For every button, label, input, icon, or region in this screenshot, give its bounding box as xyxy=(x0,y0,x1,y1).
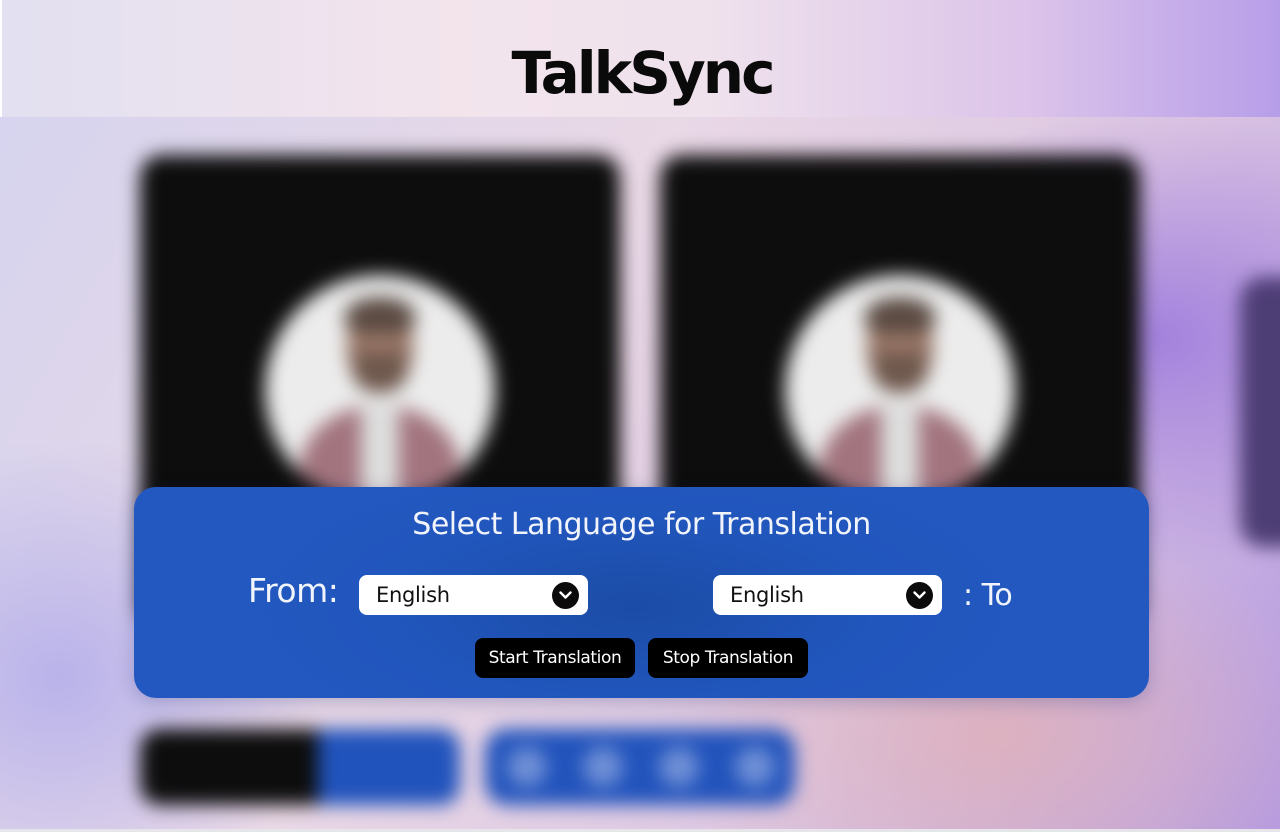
translation-modal: Select Language for Translation From: En… xyxy=(134,487,1149,698)
participant-avatar xyxy=(785,275,1015,505)
start-translation-button[interactable]: Start Translation xyxy=(475,638,635,678)
from-language-select[interactable]: English xyxy=(359,575,588,615)
call-controls-right xyxy=(485,729,795,805)
end-call-icon xyxy=(735,747,775,787)
camera-icon xyxy=(583,747,623,787)
to-label: : To xyxy=(963,578,1013,613)
to-language-value: English xyxy=(730,583,804,607)
chevron-down-icon xyxy=(552,582,579,609)
to-language-select[interactable]: English xyxy=(713,575,942,615)
stop-translation-button[interactable]: Stop Translation xyxy=(648,638,808,678)
blurred-call-backdrop xyxy=(0,117,1280,832)
call-controls-left xyxy=(140,729,460,805)
from-label: From: xyxy=(248,571,339,610)
mic-icon xyxy=(507,747,547,787)
app-header: TalkSync xyxy=(0,0,1280,117)
from-language-value: English xyxy=(376,583,450,607)
call-stage xyxy=(0,117,1280,832)
avatar-beard xyxy=(353,353,407,393)
screen-share-icon xyxy=(659,747,699,787)
avatar-beard xyxy=(873,353,927,393)
avatar-hair xyxy=(345,297,415,333)
app-logo-title: TalkSync xyxy=(511,39,776,107)
side-panel xyxy=(1240,277,1280,547)
call-control-segment xyxy=(318,729,460,805)
modal-heading: Select Language for Translation xyxy=(412,507,871,542)
chevron-down-icon xyxy=(906,582,933,609)
participant-avatar xyxy=(265,275,495,505)
avatar-hair xyxy=(865,297,935,333)
